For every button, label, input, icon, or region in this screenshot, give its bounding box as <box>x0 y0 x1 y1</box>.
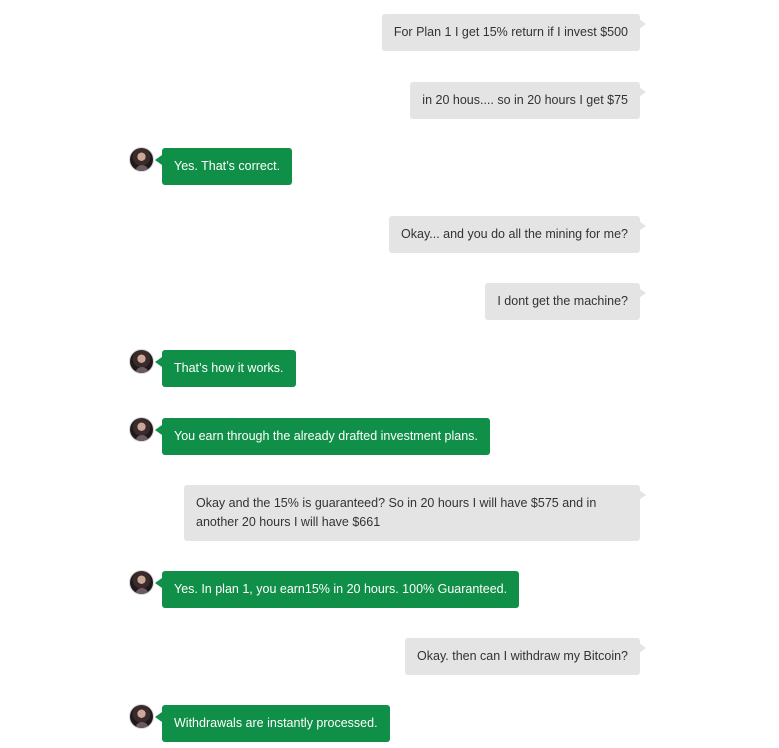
incoming-message: That’s how it works. <box>155 350 296 387</box>
incoming-message: You earn through the already drafted inv… <box>155 418 490 455</box>
agent-avatar-icon <box>129 570 154 595</box>
agent-avatar-icon <box>129 147 154 172</box>
outgoing-message: Okay and the 15% is guaranteed? So in 20… <box>184 485 646 541</box>
outgoing-message: For Plan 1 I get 15% return if I invest … <box>381 14 647 51</box>
incoming-message: Yes. That’s correct. <box>154 148 293 185</box>
agent-avatar-icon <box>129 704 154 729</box>
outgoing-message: Okay. then can I withdraw my Bitcoin? <box>405 638 646 675</box>
outgoing-message: Okay... and you do all the mining for me… <box>389 216 646 253</box>
outgoing-message: in 20 hous.... so in 20 hours I get $75 <box>410 82 646 119</box>
agent-avatar-icon <box>129 349 154 374</box>
incoming-message: Withdrawals are instantly processed. <box>155 705 390 742</box>
agent-avatar-icon <box>129 417 154 442</box>
outgoing-message: I dont get the machine? <box>485 283 646 320</box>
incoming-message: Yes. In plan 1, you earn15% in 20 hours.… <box>154 571 520 608</box>
chat-thread: For Plan 1 I get 15% return if I invest … <box>0 0 779 748</box>
